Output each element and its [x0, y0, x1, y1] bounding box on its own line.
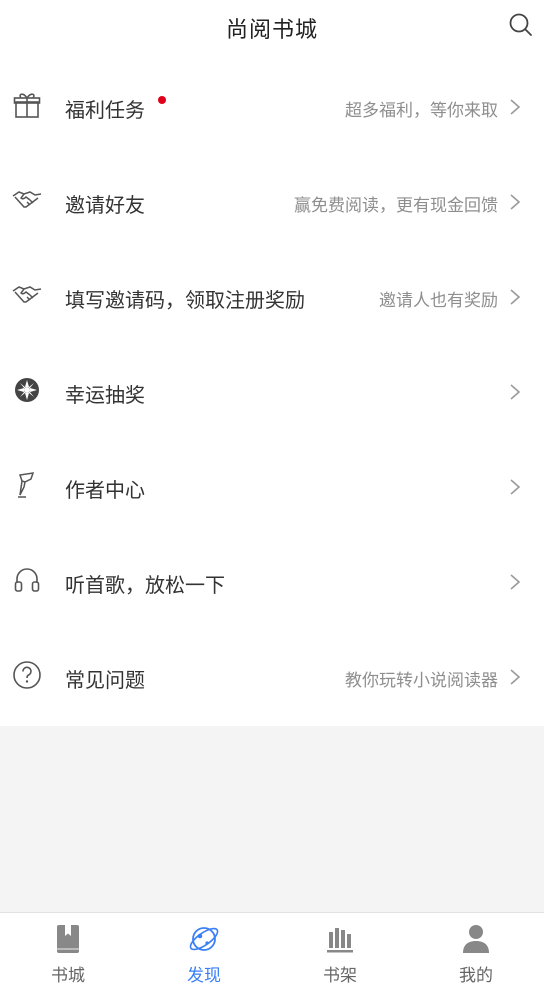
top-bar: 尚阅书城: [0, 0, 544, 56]
discover-menu-list: 福利任务 超多福利，等你来取 邀请好友 赢免费阅读，更有现金回馈 填写邀请码，领…: [0, 56, 544, 726]
menu-item-subtitle: 教你玩转小说阅读器: [345, 671, 498, 691]
tab-bookstore[interactable]: 书城: [0, 913, 136, 988]
menu-item-invite-friends[interactable]: 邀请好友 赢免费阅读，更有现金回馈: [0, 151, 544, 246]
chevron-right-icon: [510, 574, 521, 590]
search-button[interactable]: [506, 10, 536, 40]
tab-label: 发现: [187, 966, 221, 986]
menu-item-label: 填写邀请码，领取注册奖励: [65, 288, 305, 312]
page-title: 尚阅书城: [225, 18, 318, 43]
menu-item-subtitle: 邀请人也有奖励: [379, 291, 498, 311]
chevron-right-icon: [510, 289, 521, 305]
tab-label: 书架: [323, 966, 357, 986]
chevron-right-icon: [510, 384, 521, 400]
person-icon: [456, 921, 496, 957]
notification-dot: [158, 96, 166, 104]
bookshelf-icon: [320, 921, 360, 957]
menu-item-subtitle: 赢免费阅读，更有现金回馈: [294, 196, 498, 216]
headphones-icon: [12, 565, 42, 595]
handshake-icon: [12, 185, 42, 215]
gift-icon: [12, 90, 42, 120]
tab-discover[interactable]: 发现: [136, 913, 272, 988]
menu-item-subtitle: 超多福利，等你来取: [345, 101, 498, 121]
menu-item-faq[interactable]: 常见问题 教你玩转小说阅读器: [0, 626, 544, 721]
tab-label: 书城: [51, 966, 85, 986]
chevron-right-icon: [510, 99, 521, 115]
tab-bookshelf[interactable]: 书架: [272, 913, 408, 988]
menu-item-label: 福利任务: [65, 98, 145, 122]
menu-item-author-center[interactable]: 作者中心: [0, 436, 544, 531]
menu-item-lucky-draw[interactable]: 幸运抽奖: [0, 341, 544, 436]
planet-icon: [184, 921, 224, 957]
menu-item-label: 邀请好友: [65, 193, 145, 217]
handshake-icon: [12, 280, 42, 310]
tab-label: 我的: [459, 966, 493, 986]
menu-item-listen-music[interactable]: 听首歌，放松一下: [0, 531, 544, 626]
chevron-right-icon: [510, 194, 521, 210]
book-icon: [48, 921, 88, 957]
lottery-wheel-icon: [12, 375, 42, 405]
menu-item-enter-invite-code[interactable]: 填写邀请码，领取注册奖励 邀请人也有奖励: [0, 246, 544, 341]
tab-mine[interactable]: 我的: [408, 913, 544, 988]
search-icon: [509, 13, 532, 36]
chevron-right-icon: [510, 669, 521, 685]
menu-item-label: 常见问题: [65, 668, 145, 692]
menu-item-label: 幸运抽奖: [65, 383, 145, 407]
menu-item-label: 听首歌，放松一下: [65, 573, 225, 597]
chevron-right-icon: [510, 479, 521, 495]
pen-icon: [12, 470, 42, 500]
menu-item-label: 作者中心: [65, 478, 145, 502]
menu-item-welfare-tasks[interactable]: 福利任务 超多福利，等你来取: [0, 56, 544, 151]
question-circle-icon: [12, 660, 42, 690]
bottom-tab-bar: 书城 发现 书架 我的: [0, 912, 544, 988]
